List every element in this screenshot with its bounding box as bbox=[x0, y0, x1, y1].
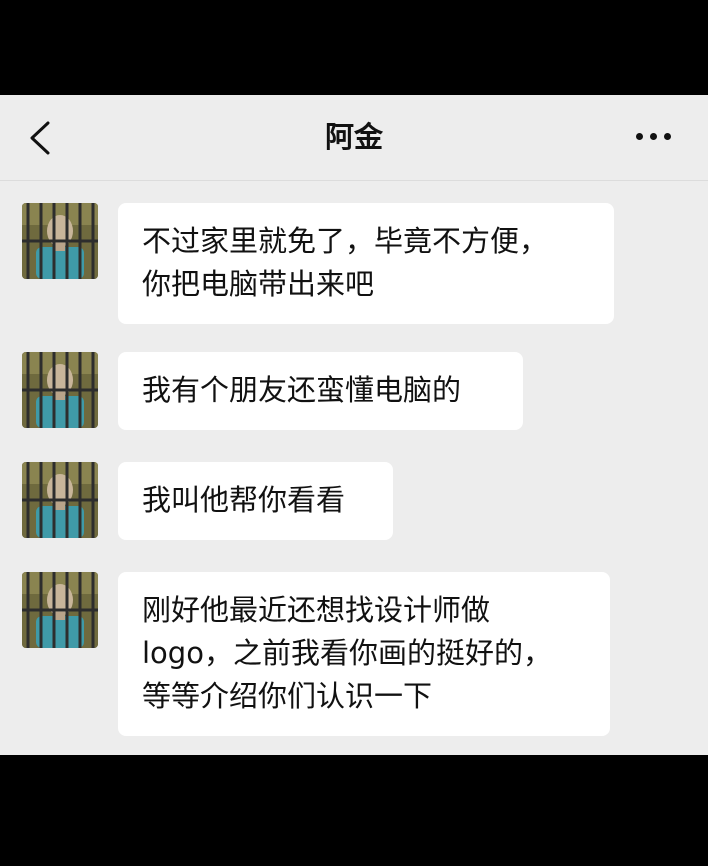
message-text: 不过家里就免了，毕竟不方便， bbox=[142, 224, 549, 258]
navigation-bar: 阿金 bbox=[0, 95, 708, 181]
message-text: 我有个朋友还蛮懂电脑的 bbox=[142, 373, 462, 407]
contact-avatar[interactable] bbox=[22, 203, 98, 279]
message-text: logo，之前我看你画的挺好的， bbox=[142, 636, 552, 670]
message-bubble[interactable]: 我有个朋友还蛮懂电脑的 bbox=[118, 352, 523, 430]
chat-title: 阿金 bbox=[324, 120, 383, 154]
contact-avatar[interactable] bbox=[22, 352, 98, 428]
chat-screen: 阿金 不过家里就免了，毕竟不方便， 你把电脑带出来吧 我有个朋友还蛮懂电脑的 我… bbox=[0, 95, 708, 755]
message-text: 你把电脑带出来吧 bbox=[142, 267, 375, 301]
message-bubble[interactable]: 我叫他帮你看看 bbox=[118, 462, 393, 540]
message-bubble[interactable]: 不过家里就免了，毕竟不方便， 你把电脑带出来吧 bbox=[118, 203, 614, 324]
message-text: 等等介绍你们认识一下 bbox=[142, 679, 433, 713]
message-text: 我叫他帮你看看 bbox=[142, 483, 346, 517]
screenshot-frame: 阿金 不过家里就免了，毕竟不方便， 你把电脑带出来吧 我有个朋友还蛮懂电脑的 我… bbox=[0, 0, 708, 866]
chevron-left-icon[interactable] bbox=[28, 121, 52, 155]
ellipsis-icon[interactable] bbox=[634, 129, 674, 145]
message-bubble[interactable]: 刚好他最近还想找设计师做 logo，之前我看你画的挺好的， 等等介绍你们认识一下 bbox=[118, 572, 610, 736]
contact-avatar[interactable] bbox=[22, 572, 98, 648]
contact-avatar[interactable] bbox=[22, 462, 98, 538]
message-text: 刚好他最近还想找设计师做 bbox=[142, 593, 491, 627]
